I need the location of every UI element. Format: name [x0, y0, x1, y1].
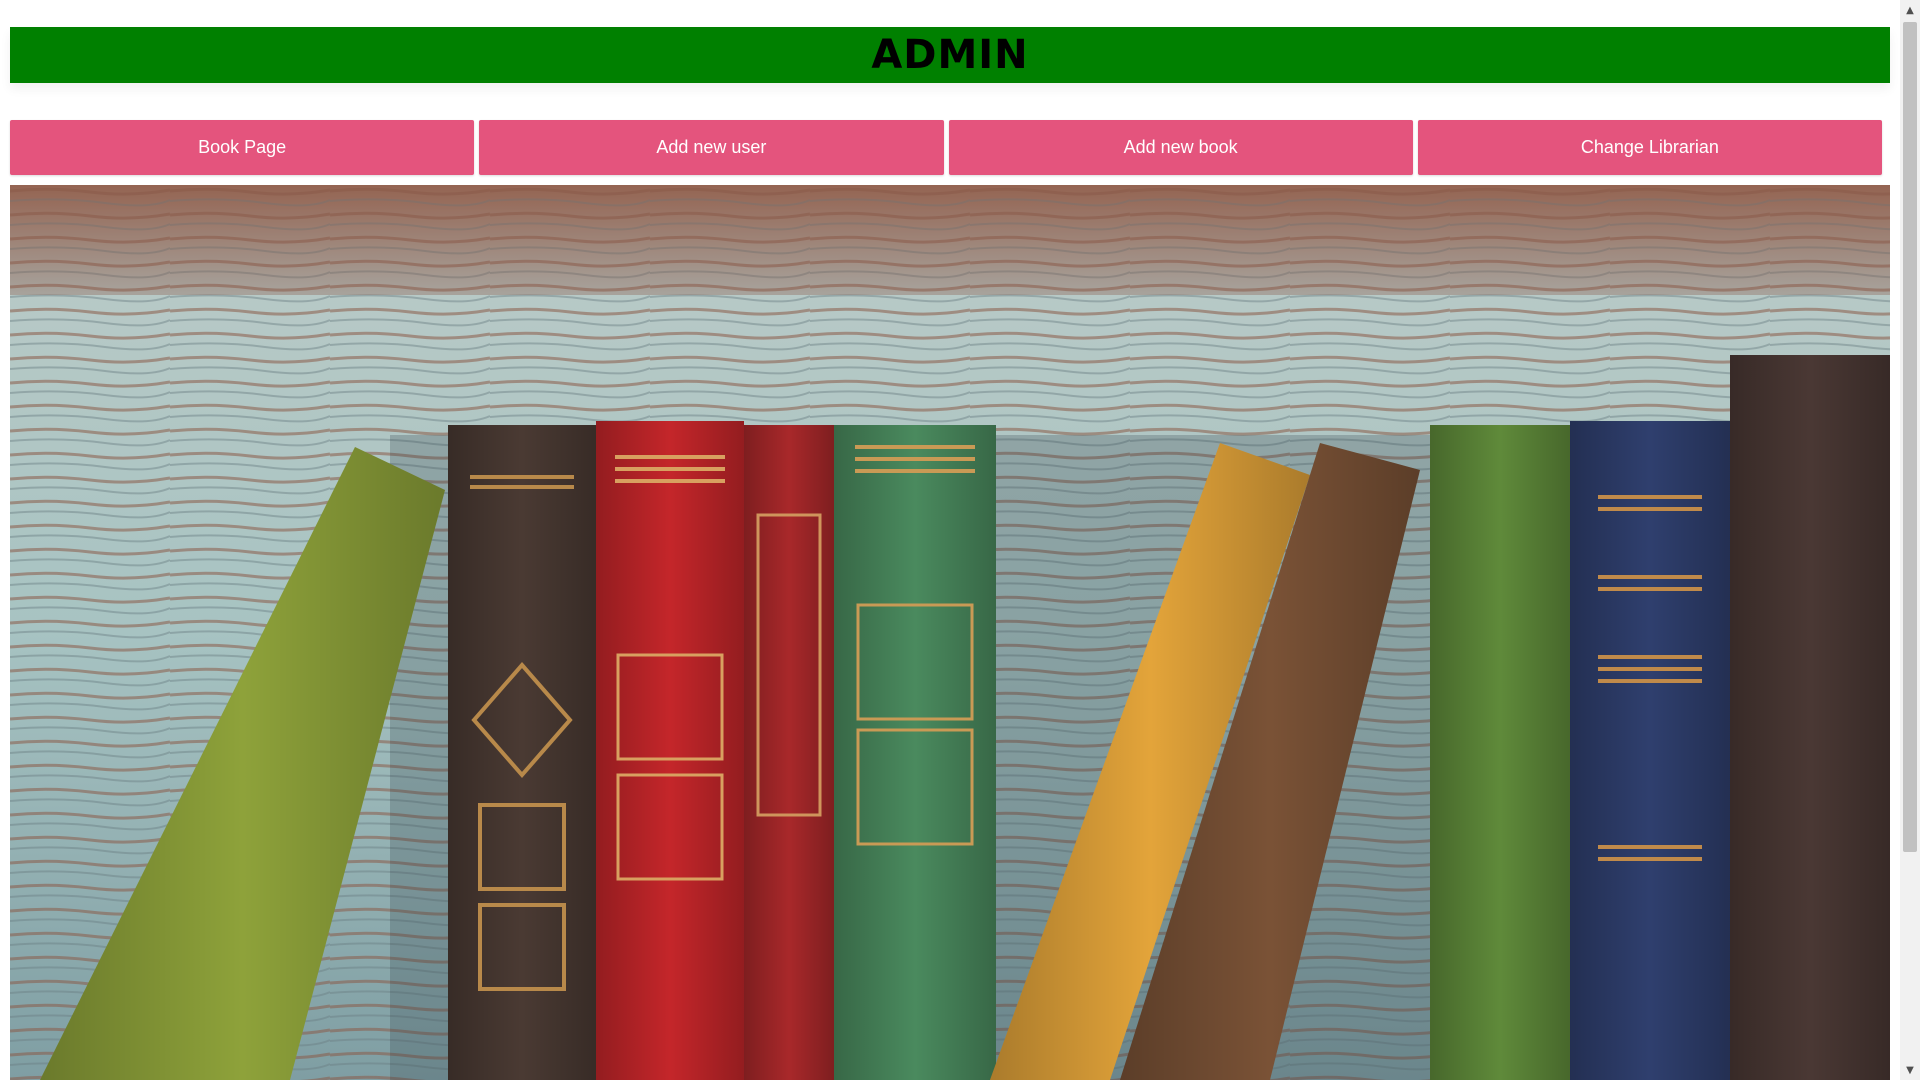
scroll-down-arrow-icon[interactable]: ▼: [1900, 1060, 1920, 1080]
book-dark-brown-tall: [1730, 355, 1890, 1080]
header-bar: ADMIN: [10, 27, 1890, 83]
hero-image: [10, 185, 1890, 1080]
book-olive: [1430, 425, 1570, 1080]
add-new-book-button[interactable]: Add new book: [948, 120, 1413, 175]
scroll-up-arrow-icon[interactable]: ▲: [1900, 0, 1920, 20]
vertical-scrollbar[interactable]: ▲ ▼: [1900, 0, 1920, 1080]
nav-bar: Book Page Add new user Add new book Chan…: [10, 120, 1882, 175]
book-red: [596, 421, 744, 1080]
change-librarian-button[interactable]: Change Librarian: [1417, 120, 1882, 175]
add-new-user-button[interactable]: Add new user: [479, 120, 944, 175]
book-dark-red: [744, 425, 834, 1080]
books-on-shelf-image: [10, 185, 1890, 1080]
book-green: [834, 425, 996, 1080]
book-dark-brown: [448, 425, 596, 1080]
book-navy: [1570, 421, 1730, 1080]
book-page-button[interactable]: Book Page: [10, 120, 475, 175]
page: ADMIN Book Page Add new user Add new boo…: [0, 0, 1920, 1080]
scrollbar-thumb[interactable]: [1903, 22, 1917, 852]
page-title: ADMIN: [871, 32, 1029, 78]
